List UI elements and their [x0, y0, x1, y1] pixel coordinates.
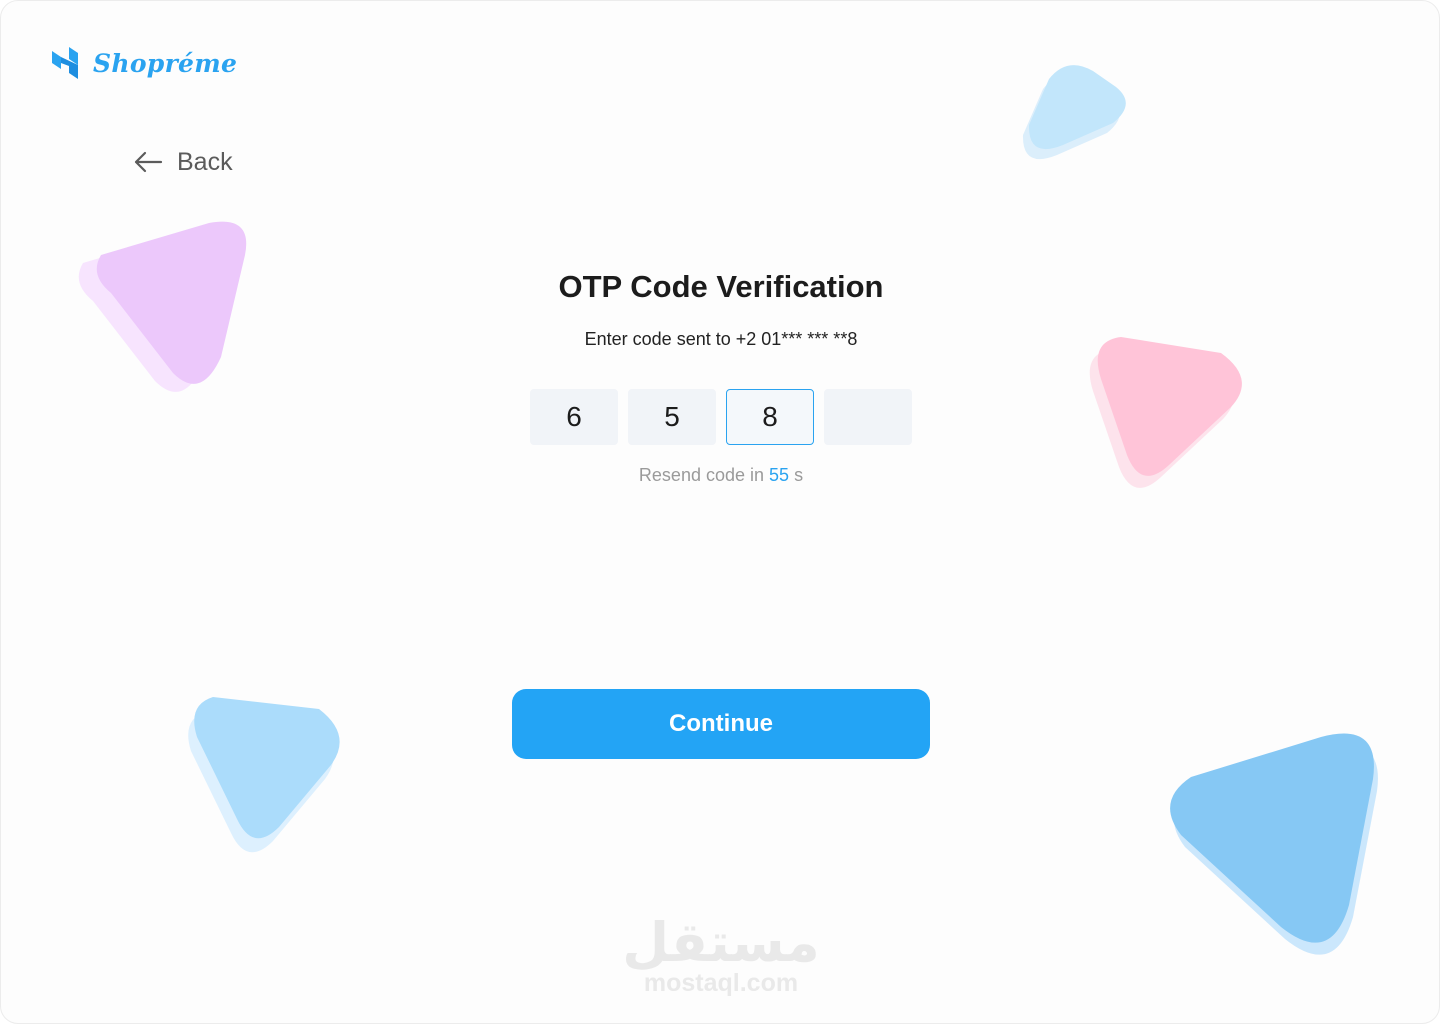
back-label: Back [177, 147, 233, 176]
watermark-arabic: مستقل [622, 911, 820, 974]
continue-button[interactable]: Continue [512, 689, 930, 759]
resend-suffix: s [794, 465, 804, 485]
code-sent-text: Enter code sent to +2 01*** *** **8 [584, 329, 858, 349]
otp-input-group: 6 5 8 [530, 389, 912, 445]
watermark-latin: mostaql.com [643, 969, 799, 997]
light-blue-triangle-top-icon [1022, 65, 1126, 160]
brand-s-mark-icon [52, 47, 78, 79]
light-blue-triangle-bottom-icon [188, 697, 340, 853]
blue-triangle-icon [1170, 733, 1378, 955]
watermark-logo: مستقل mostaql.com [621, 913, 821, 998]
otp-digit-2[interactable]: 5 [628, 389, 716, 445]
resend-prefix: Resend code in [638, 465, 765, 485]
otp-digit-4[interactable] [824, 389, 912, 445]
otp-digit-3[interactable]: 8 [726, 389, 814, 445]
back-button[interactable]: Back [133, 147, 233, 177]
resend-countdown: 55 [769, 465, 790, 485]
page-title: OTP Code Verification [558, 269, 884, 304]
brand-name: Shopréme [93, 48, 238, 78]
arrow-left-icon [134, 151, 163, 173]
page-frame: Shopréme Back OTP Code Verification Ente… [0, 0, 1440, 1024]
resend-timer: Resend code in 55 s [1, 465, 1439, 486]
otp-digit-1[interactable]: 6 [530, 389, 618, 445]
brand-logo[interactable]: Shopréme [49, 45, 237, 81]
purple-triangle-icon [78, 221, 247, 392]
